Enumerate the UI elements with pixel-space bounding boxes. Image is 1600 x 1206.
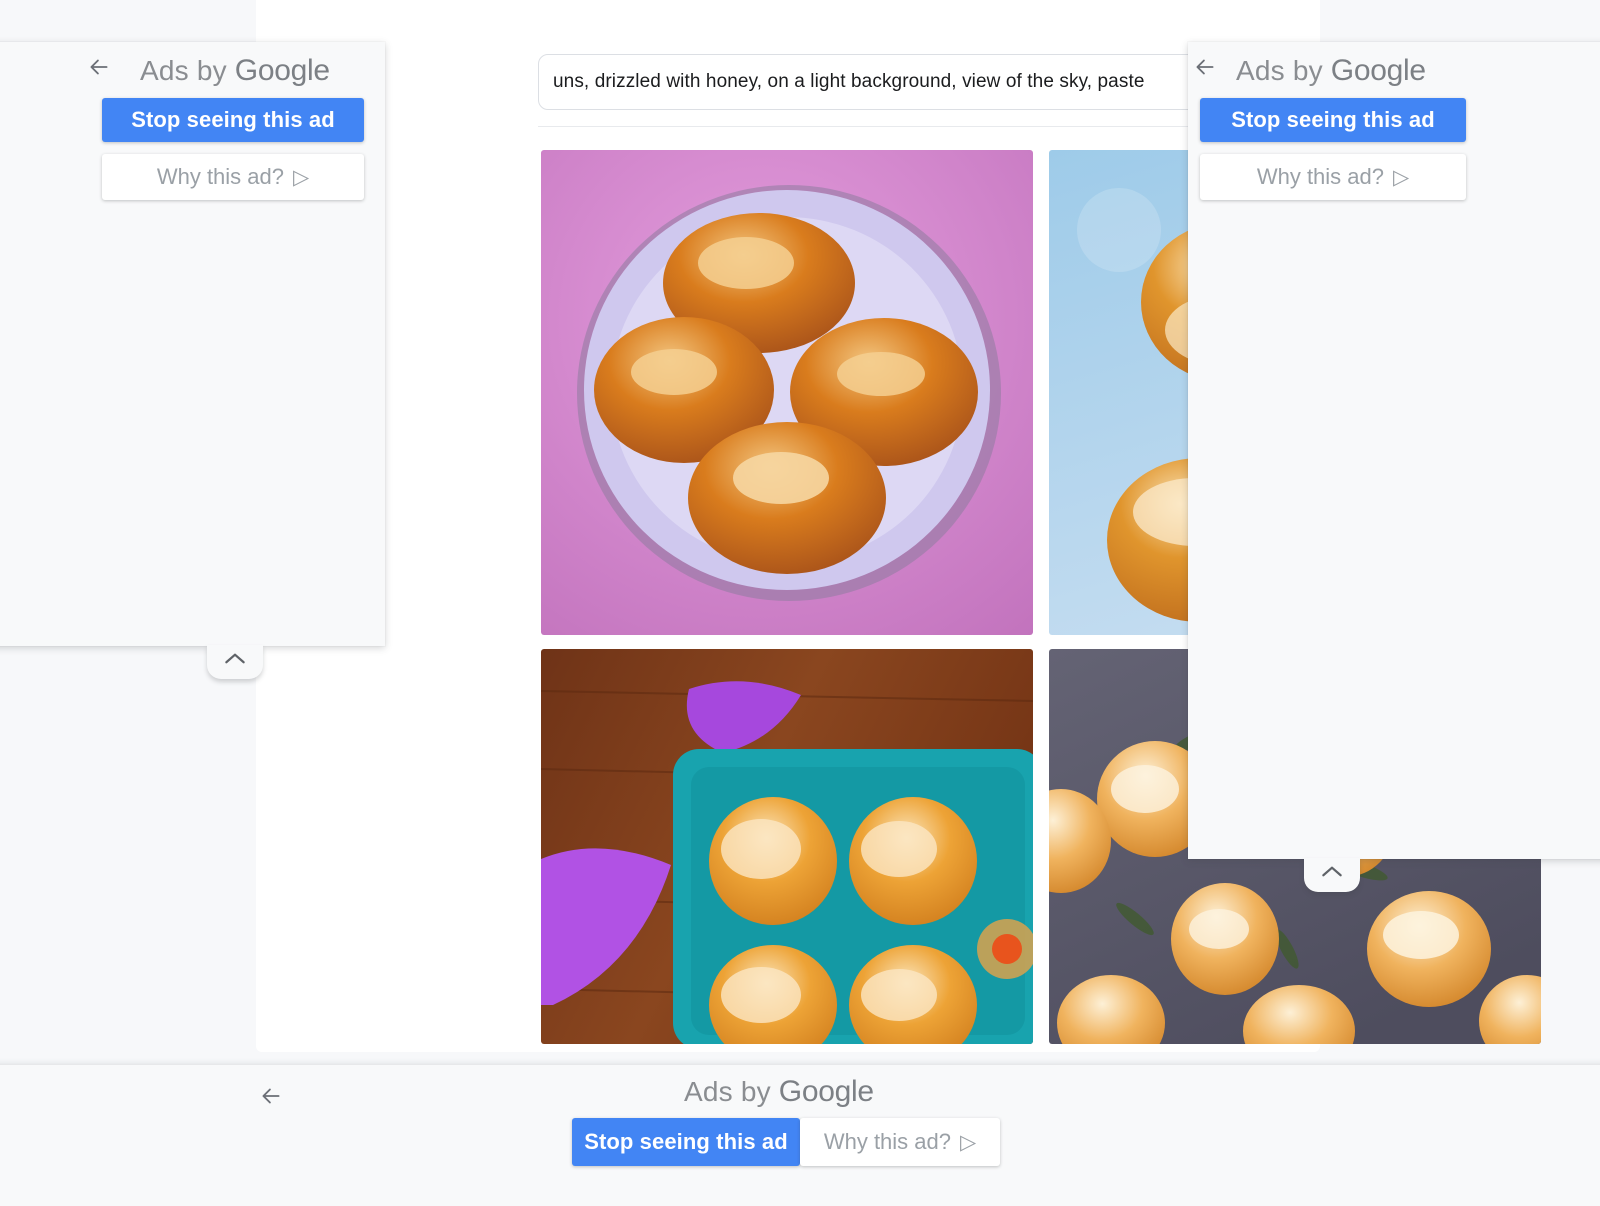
why-this-ad-label: Why this ad? [156,164,284,189]
back-arrow-icon[interactable] [258,1083,284,1109]
stop-seeing-this-ad-button[interactable]: Stop seeing this ad [572,1118,800,1166]
ads-by-prefix: Ads by [684,1076,779,1107]
stop-seeing-this-ad-button[interactable]: Stop seeing this ad [102,98,364,142]
collapse-ad-panel-left-button[interactable] [207,645,263,679]
prompt-input[interactable]: uns, drizzled with honey, on a light bac… [538,54,1286,110]
ads-by-prefix: Ads by [1236,55,1331,86]
app-content-card: uns, drizzled with honey, on a light bac… [256,0,1552,1052]
ad-choices-icon: ▷ [293,165,310,189]
screen-root: uns, drizzled with honey, on a light bac… [0,0,1600,1206]
why-this-ad-button[interactable]: Why this ad? ▷ [1200,154,1466,200]
back-arrow-icon[interactable] [86,54,112,80]
ads-by-prefix: Ads by [140,55,235,86]
ad-choices-icon: ▷ [1393,165,1410,189]
ads-by-google-label: Ads by Google [140,54,330,88]
stop-seeing-this-ad-button[interactable]: Stop seeing this ad [1200,98,1466,142]
ad-panel-bottom: Ads by Google Stop seeing this ad Why th… [0,1065,1600,1206]
ad-panel-left: Ads by Google Stop seeing this ad Why th… [0,42,385,679]
ad-choices-icon: ▷ [960,1130,977,1154]
collapse-ad-panel-right-button[interactable] [1304,858,1360,892]
google-wordmark: Google [234,54,330,87]
result-image-1[interactable] [541,150,1033,635]
google-wordmark: Google [778,1075,874,1108]
why-this-ad-button[interactable]: Why this ad? ▷ [102,154,364,200]
why-this-ad-button[interactable]: Why this ad? ▷ [800,1118,1000,1166]
ads-by-google-label: Ads by Google [1236,54,1426,88]
back-arrow-icon[interactable] [1192,54,1218,80]
ad-panel-right: Ads by Google Stop seeing this ad Why th… [1188,42,1600,892]
google-wordmark: Google [1330,54,1426,87]
why-this-ad-label: Why this ad? [823,1129,951,1154]
why-this-ad-label: Why this ad? [1256,164,1384,189]
ads-by-google-label: Ads by Google [684,1075,874,1109]
result-image-3[interactable] [541,649,1033,1044]
